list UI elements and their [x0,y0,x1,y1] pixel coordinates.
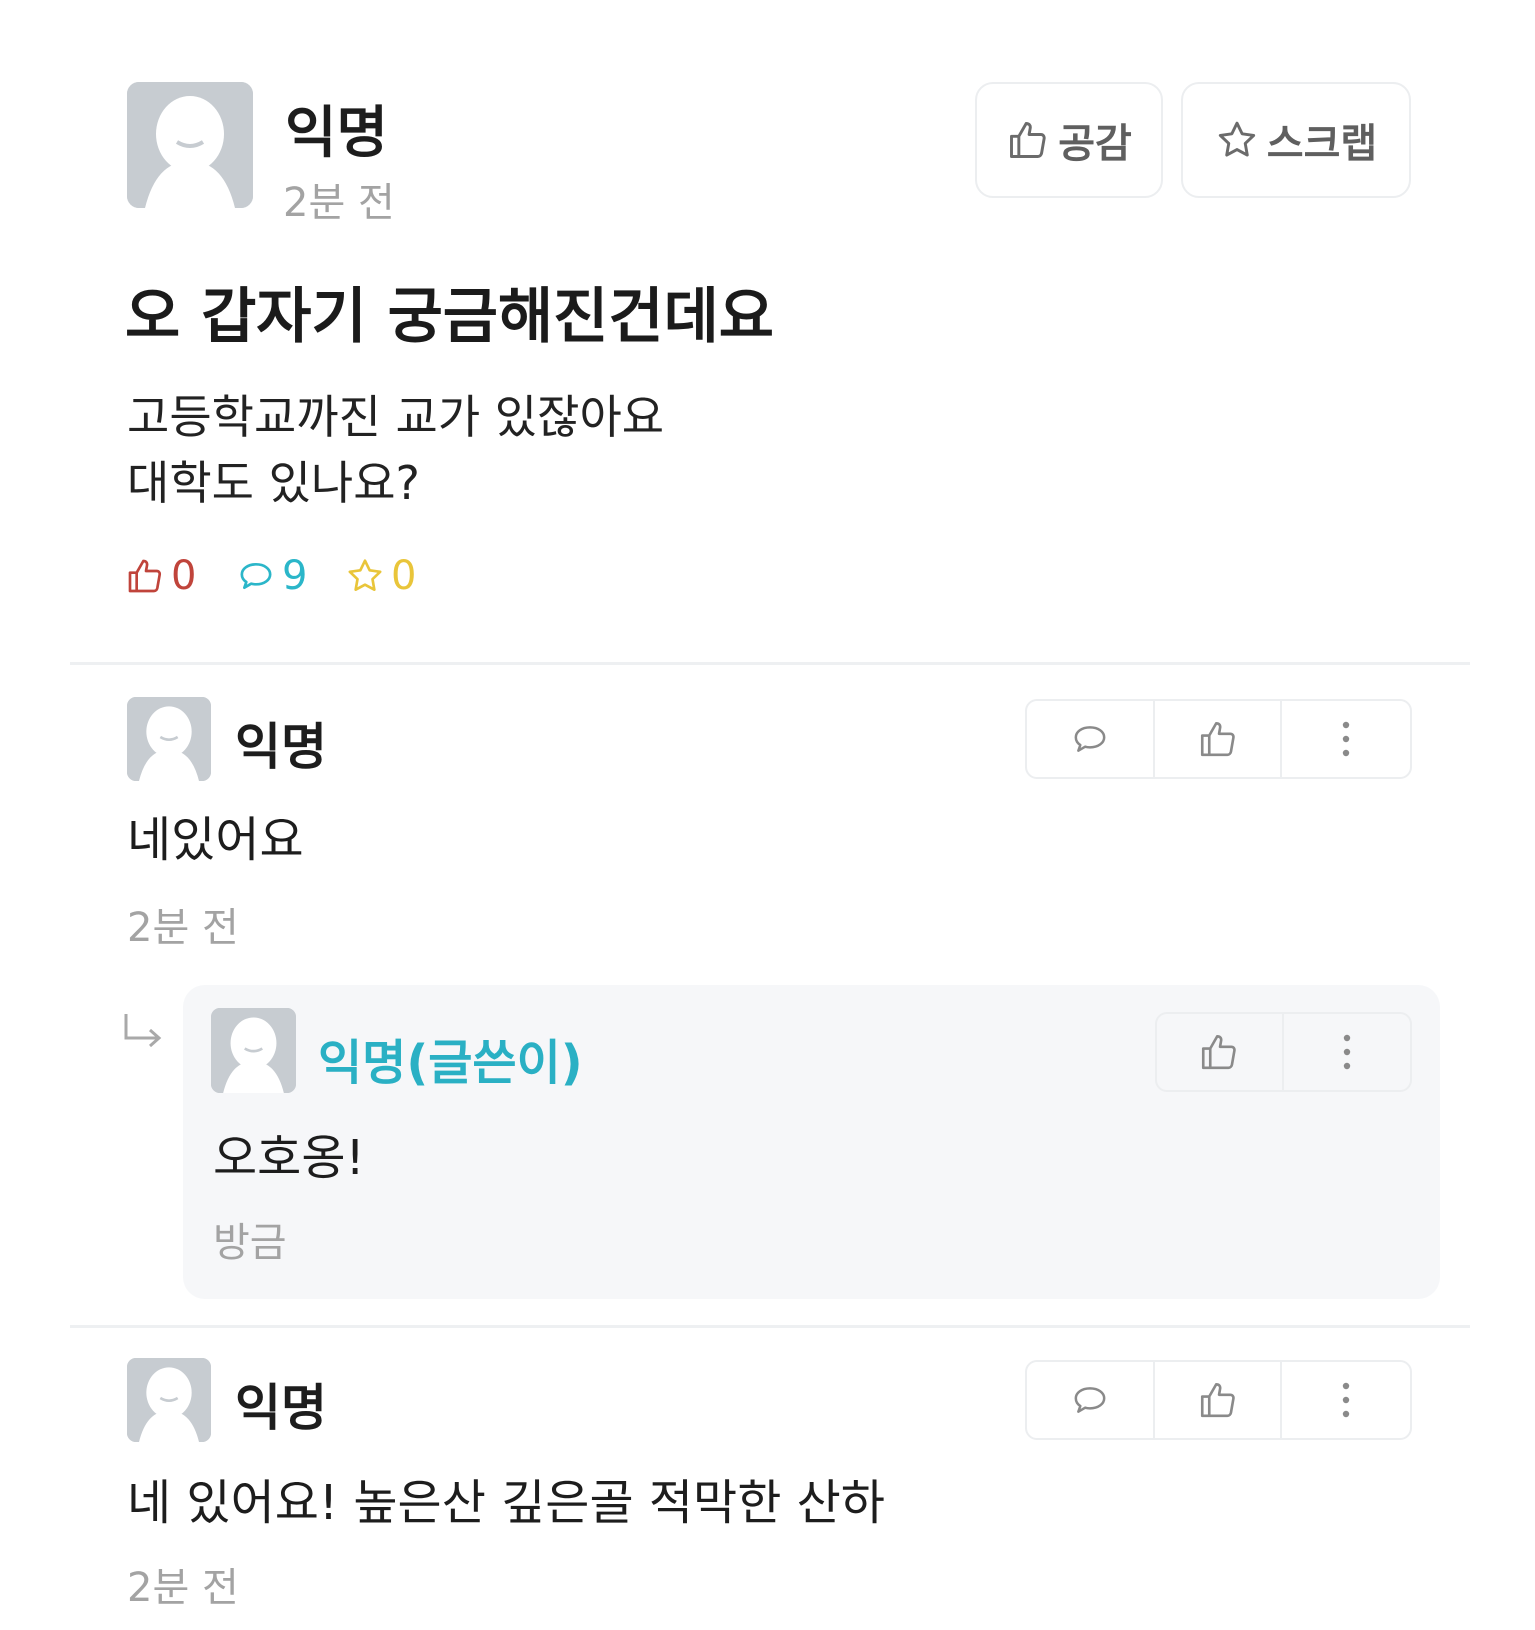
comment-time: 2분 전 [127,1565,239,1611]
star-icon [348,559,382,591]
comment-actions [1025,699,1412,779]
avatar-icon [127,82,253,208]
more-vertical-icon [1342,1382,1350,1418]
avatar-icon [127,1358,211,1442]
post-author-avatar [127,82,253,208]
avatar-icon [127,697,211,781]
thumbs-up-icon [1202,1034,1237,1070]
thumbs-up-icon [1010,122,1046,158]
speech-bubble-icon [1074,1387,1106,1413]
reply-arrow-icon [124,1014,162,1048]
scrap-button[interactable]: 스크랩 [1181,82,1411,198]
like-button[interactable]: 공감 [975,82,1163,198]
comment-author-name: 익명 [235,718,327,776]
comment-count-value: 9 [282,553,308,599]
more-options-button[interactable] [1282,701,1410,777]
divider [70,1325,1470,1328]
divider [70,662,1470,665]
comment-count: 9 [236,553,307,599]
reply-text: 오호옹! [213,1130,365,1186]
scrap-count: 0 [345,553,416,599]
like-count: 0 [125,553,196,599]
thumbs-up-icon [1200,721,1235,757]
more-options-button[interactable] [1282,1362,1410,1438]
like-button-label: 공감 [1058,121,1132,167]
reply-button[interactable] [1027,1362,1155,1438]
like-count-value: 0 [171,553,197,599]
thumbs-up-icon [1200,1382,1235,1418]
comment-author-avatar [127,697,211,781]
reply-actions [1155,1012,1412,1092]
post-body-line-1: 고등학교까진 교가 있잖아요 [127,390,665,444]
comment-author-name: 익명 [235,1379,327,1437]
speech-bubble-icon [1074,726,1106,752]
comment-text: 네 있어요! 높은산 깊은골 적막한 산하 [127,1475,885,1531]
reply-author-name: 익명(글쓴이) [318,1035,583,1091]
post-time: 2분 전 [283,180,395,226]
post-author-name: 익명 [285,101,389,166]
more-vertical-icon [1342,721,1350,757]
reply-author-avatar [211,1008,296,1093]
comment-author-avatar [127,1358,211,1442]
comment-text: 네있어요 [127,812,304,868]
thumbs-up-icon [128,559,162,593]
avatar-icon [211,1008,296,1093]
more-vertical-icon [1343,1034,1350,1070]
reply-like-button[interactable] [1157,1014,1284,1090]
reply-button[interactable] [1027,701,1155,777]
scrap-count-value: 0 [391,553,417,599]
post-title: 오 갑자기 궁금해진건데요 [125,282,774,352]
scrap-button-label: 스크랩 [1266,121,1378,167]
post-body-line-2: 대학도 있나요? [127,456,420,510]
comment-like-button[interactable] [1155,1362,1283,1438]
speech-bubble-icon [240,563,272,589]
comment-like-button[interactable] [1155,701,1283,777]
star-icon [1218,121,1255,157]
comment-time: 2분 전 [127,905,239,951]
reply-time: 방금 [213,1220,287,1266]
reply-more-options-button[interactable] [1284,1014,1410,1090]
comment-actions [1025,1360,1412,1440]
